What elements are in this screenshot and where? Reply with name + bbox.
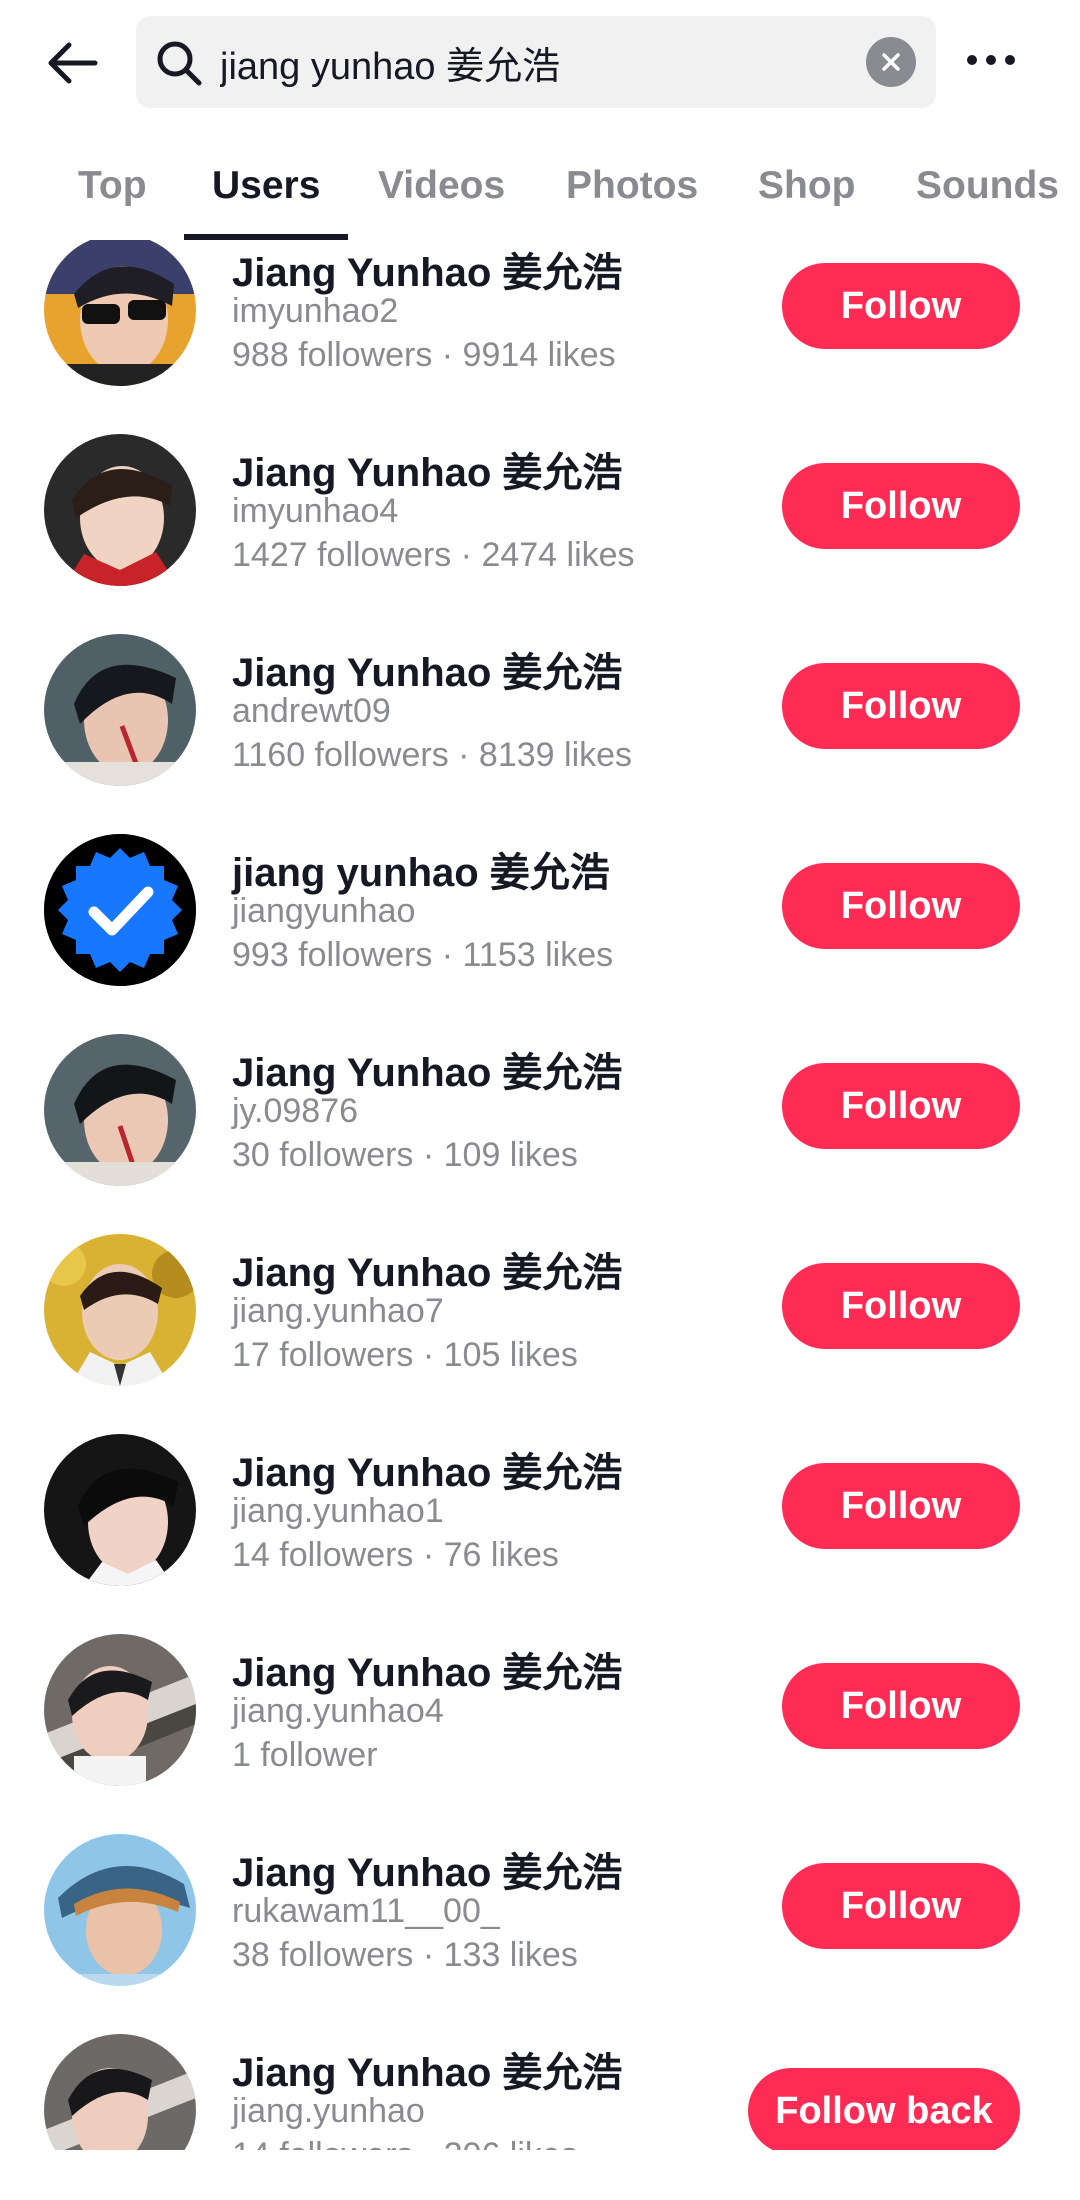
- avatar[interactable]: [44, 434, 196, 586]
- user-handle: andrewt09: [232, 692, 391, 730]
- user-stats: 988 followers · 9914 likes: [232, 336, 616, 374]
- user-handle: rukawam11__00_: [232, 1892, 500, 1930]
- user-display-name: Jiang Yunhao 姜允浩: [232, 1851, 623, 1895]
- user-stats: 38 followers · 133 likes: [232, 1936, 578, 1974]
- user-handle: imyunhao4: [232, 492, 399, 530]
- search-bar[interactable]: [136, 16, 936, 108]
- user-display-name: Jiang Yunhao 姜允浩: [232, 1251, 623, 1295]
- follow-button[interactable]: Follow: [782, 663, 1020, 749]
- user-result-row[interactable]: Jiang Yunhao 姜允浩 andrewt09 1160 follower…: [0, 634, 1080, 840]
- follow-button[interactable]: Follow: [782, 463, 1020, 549]
- back-button[interactable]: [40, 30, 106, 96]
- follow-button[interactable]: Follow: [782, 1863, 1020, 1949]
- follow-button[interactable]: Follow: [782, 263, 1020, 349]
- tab-top[interactable]: Top: [78, 146, 147, 240]
- follow-button[interactable]: Follow: [782, 1263, 1020, 1349]
- user-result-row[interactable]: jiang yunhao 姜允浩 jiangyunhao 993 followe…: [0, 834, 1080, 1040]
- user-result-row[interactable]: Jiang Yunhao 姜允浩 jiang.yunhao1 14 follow…: [0, 1434, 1080, 1640]
- verified-badge-icon: [44, 834, 196, 986]
- more-options-button[interactable]: [956, 30, 1026, 90]
- user-display-name: Jiang Yunhao 姜允浩: [232, 1051, 623, 1095]
- user-result-row[interactable]: Jiang Yunhao 姜允浩 rukawam11__00_ 38 follo…: [0, 1834, 1080, 2040]
- user-handle: jiangyunhao: [232, 892, 416, 930]
- user-display-name: Jiang Yunhao 姜允浩: [232, 451, 623, 495]
- user-handle: jiang.yunhao1: [232, 1492, 444, 1530]
- user-result-row[interactable]: Jiang Yunhao 姜允浩 imyunhao4 1427 follower…: [0, 434, 1080, 640]
- avatar[interactable]: [44, 1634, 196, 1786]
- search-input[interactable]: [220, 16, 820, 108]
- user-display-name: Jiang Yunhao 姜允浩: [232, 651, 623, 695]
- follow-button[interactable]: Follow: [782, 1063, 1020, 1149]
- user-stats: 1160 followers · 8139 likes: [232, 736, 633, 774]
- clear-search-button[interactable]: [866, 37, 916, 87]
- tab-photos[interactable]: Photos: [566, 146, 698, 240]
- avatar[interactable]: [44, 1034, 196, 1186]
- search-tabs: Top Users Videos Photos Shop Sounds: [0, 146, 1080, 240]
- tab-videos[interactable]: Videos: [378, 146, 505, 240]
- user-display-name: Jiang Yunhao 姜允浩: [232, 1451, 623, 1495]
- user-result-row[interactable]: Jiang Yunhao 姜允浩 jy.09876 30 followers ·…: [0, 1034, 1080, 1240]
- tab-shop[interactable]: Shop: [758, 146, 855, 240]
- user-handle: jy.09876: [232, 1092, 359, 1130]
- search-icon: [150, 34, 208, 92]
- avatar[interactable]: [44, 2034, 196, 2150]
- user-display-name: jiang yunhao 姜允浩: [232, 851, 610, 895]
- follow-back-button[interactable]: Follow back: [748, 2068, 1020, 2150]
- user-stats: 14 followers · 76 likes: [232, 1536, 559, 1574]
- user-handle: jiang.yunhao4: [232, 1692, 444, 1730]
- user-stats: 30 followers · 109 likes: [232, 1136, 578, 1174]
- more-dot: [967, 55, 977, 65]
- user-handle: imyunhao2: [232, 292, 399, 330]
- tab-users[interactable]: Users: [212, 146, 320, 240]
- follow-button[interactable]: Follow: [782, 863, 1020, 949]
- user-results-list: Jiang Yunhao 姜允浩 imyunhao2 988 followers…: [0, 240, 1080, 2150]
- user-display-name: Jiang Yunhao 姜允浩: [232, 2051, 623, 2095]
- avatar[interactable]: [44, 834, 196, 986]
- user-result-row[interactable]: Jiang Yunhao 姜允浩 imyunhao2 988 followers…: [0, 240, 1080, 440]
- user-stats: 14 followers · 206 likes: [232, 2136, 578, 2150]
- avatar[interactable]: [44, 1234, 196, 1386]
- user-handle: jiang.yunhao7: [232, 1292, 444, 1330]
- more-dot: [986, 55, 996, 65]
- follow-button[interactable]: Follow: [782, 1663, 1020, 1749]
- user-stats: 17 followers · 105 likes: [232, 1336, 578, 1374]
- avatar[interactable]: [44, 1434, 196, 1586]
- avatar[interactable]: [44, 634, 196, 786]
- user-stats: 1 follower: [232, 1736, 378, 1774]
- clear-x-icon: [882, 53, 900, 71]
- user-handle: jiang.yunhao: [232, 2092, 425, 2130]
- user-stats: 993 followers · 1153 likes: [232, 936, 614, 974]
- user-display-name: Jiang Yunhao 姜允浩: [232, 251, 623, 295]
- avatar[interactable]: [44, 240, 196, 386]
- user-display-name: Jiang Yunhao 姜允浩: [232, 1651, 623, 1695]
- tab-sounds[interactable]: Sounds: [916, 146, 1059, 240]
- user-result-row[interactable]: Jiang Yunhao 姜允浩 jiang.yunhao 14 followe…: [0, 2034, 1080, 2150]
- avatar[interactable]: [44, 1834, 196, 1986]
- follow-button[interactable]: Follow: [782, 1463, 1020, 1549]
- search-header: [0, 0, 1080, 120]
- user-stats: 1427 followers · 2474 likes: [232, 536, 635, 574]
- user-result-row[interactable]: Jiang Yunhao 姜允浩 jiang.yunhao4 1 followe…: [0, 1634, 1080, 1840]
- user-result-row[interactable]: Jiang Yunhao 姜允浩 jiang.yunhao7 17 follow…: [0, 1234, 1080, 1440]
- more-dot: [1005, 55, 1015, 65]
- arrow-left-icon: [48, 42, 98, 84]
